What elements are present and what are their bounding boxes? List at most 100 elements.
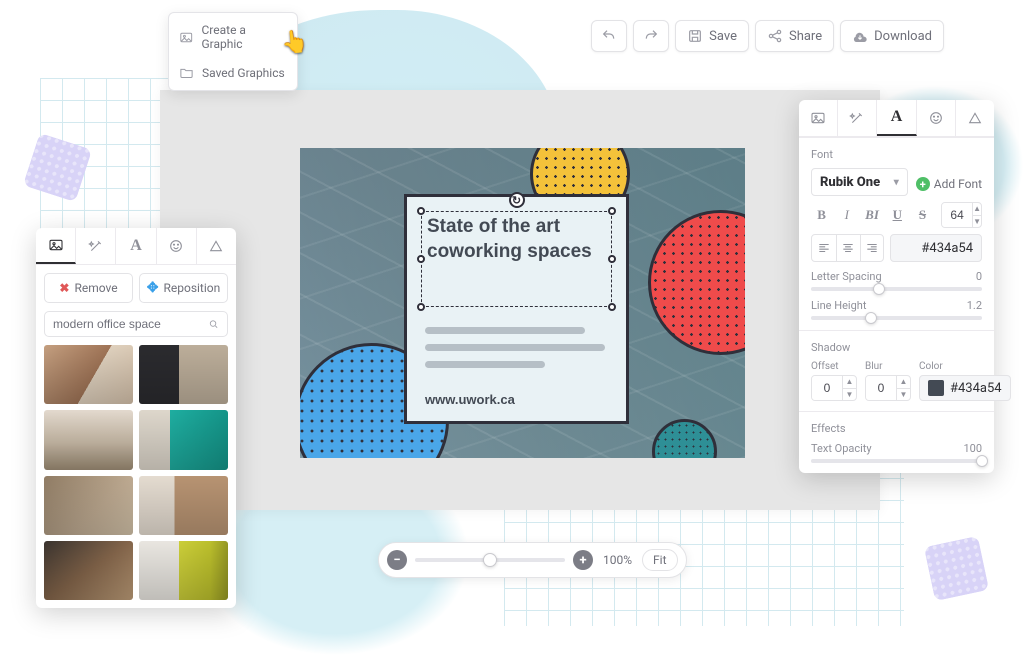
- shape-halftone-circle[interactable]: [648, 210, 745, 355]
- canvas-workspace[interactable]: State of the art coworking spaces www.uw…: [160, 90, 880, 510]
- letter-spacing-value: 0: [976, 270, 982, 283]
- tab-effects[interactable]: [76, 228, 116, 264]
- align-left-button[interactable]: [812, 235, 836, 261]
- menu-item-create-graphic[interactable]: Create a Graphic: [169, 16, 297, 58]
- tab-text[interactable]: A: [877, 100, 916, 136]
- image-thumb[interactable]: [44, 345, 133, 404]
- shadow-color-chip[interactable]: #434a54: [919, 375, 1011, 401]
- section-heading: Effects: [811, 422, 982, 435]
- zoom-out-button[interactable]: −: [387, 550, 407, 570]
- remove-icon: ✖: [59, 281, 69, 295]
- slider-knob[interactable]: [976, 455, 988, 467]
- step-down-icon[interactable]: ▼: [973, 216, 981, 228]
- letter-spacing-slider[interactable]: [811, 287, 982, 291]
- line-height-slider[interactable]: [811, 316, 982, 320]
- zoom-in-button[interactable]: +: [573, 550, 593, 570]
- tab-images[interactable]: [36, 228, 76, 264]
- resize-handle[interactable]: [417, 207, 425, 215]
- rotate-handle-icon[interactable]: [509, 192, 525, 208]
- image-thumb[interactable]: [139, 410, 228, 469]
- zoom-slider-knob[interactable]: [483, 553, 497, 567]
- text-color-chip[interactable]: #434a54: [890, 234, 982, 262]
- shadow-section: Shadow Offset ▲▼ Blur ▲▼ Color: [799, 330, 994, 411]
- image-search[interactable]: [44, 311, 228, 337]
- tab-shapes[interactable]: [197, 228, 236, 264]
- share-button[interactable]: Share: [755, 20, 834, 52]
- shadow-blur-input[interactable]: [866, 376, 896, 400]
- image-thumb[interactable]: [139, 541, 228, 600]
- resize-handle[interactable]: [608, 255, 616, 263]
- align-center-button[interactable]: [836, 235, 860, 261]
- tab-text[interactable]: A: [116, 228, 156, 264]
- placeholder-line: [425, 327, 585, 334]
- image-thumb[interactable]: [44, 410, 133, 469]
- bold-button[interactable]: B: [811, 203, 832, 227]
- save-button[interactable]: Save: [675, 20, 749, 52]
- shadow-offset-input[interactable]: [812, 376, 842, 400]
- redo-button[interactable]: [633, 20, 669, 52]
- font-size-input[interactable]: [942, 203, 972, 227]
- resize-handle[interactable]: [417, 303, 425, 311]
- image-thumb[interactable]: [44, 541, 133, 600]
- resize-handle[interactable]: [608, 303, 616, 311]
- slider-knob[interactable]: [873, 283, 885, 295]
- image-icon: [810, 110, 826, 126]
- step-down-icon[interactable]: ▼: [843, 389, 856, 401]
- zoom-fit-button[interactable]: Fit: [642, 549, 677, 571]
- tab-emoji[interactable]: [917, 100, 956, 136]
- search-icon: [208, 317, 219, 331]
- resize-handle[interactable]: [417, 255, 425, 263]
- text-icon: A: [130, 237, 142, 255]
- headline-text[interactable]: State of the art coworking spaces: [427, 215, 606, 264]
- menu-label: Create a Graphic: [201, 23, 287, 51]
- search-input[interactable]: [53, 317, 208, 331]
- remove-button[interactable]: ✖ Remove: [44, 273, 133, 303]
- tab-shapes[interactable]: [956, 100, 994, 136]
- opacity-slider[interactable]: [811, 459, 982, 463]
- download-button[interactable]: Download: [840, 20, 944, 52]
- shadow-offset-stepper[interactable]: ▲▼: [811, 375, 857, 401]
- resize-handle[interactable]: [608, 207, 616, 215]
- letter-spacing-label: Letter Spacing: [811, 270, 882, 283]
- card-element[interactable]: State of the art coworking spaces www.uw…: [404, 194, 629, 424]
- paragraph-placeholder: [407, 327, 626, 378]
- add-font-button[interactable]: + Add Font: [914, 173, 982, 191]
- font-family-value: Rubik One: [820, 175, 880, 190]
- add-font-label: Add Font: [934, 177, 982, 191]
- chevron-down-icon: ▾: [894, 177, 899, 188]
- color-swatch: [899, 240, 915, 256]
- url-text[interactable]: www.uwork.ca: [425, 392, 515, 407]
- cursor-pointer-icon: 👆: [280, 29, 309, 56]
- tab-emoji[interactable]: [157, 228, 197, 264]
- step-up-icon[interactable]: ▲: [897, 376, 910, 389]
- underline-button[interactable]: U: [887, 203, 908, 227]
- reposition-label: Reposition: [163, 281, 220, 295]
- shadow-color-value: #434a54: [950, 381, 1002, 396]
- bold-italic-button[interactable]: BI: [861, 203, 882, 227]
- image-thumb[interactable]: [44, 476, 133, 535]
- menu-item-saved-graphics[interactable]: Saved Graphics: [169, 58, 297, 87]
- zoom-slider[interactable]: [415, 558, 565, 562]
- align-right-button[interactable]: [860, 235, 884, 261]
- reposition-button[interactable]: ✥ Reposition: [139, 273, 228, 303]
- step-up-icon[interactable]: ▲: [843, 376, 856, 389]
- opacity-value: 100: [963, 442, 982, 455]
- undo-button[interactable]: [591, 20, 627, 52]
- slider-knob[interactable]: [865, 312, 877, 324]
- shadow-blur-stepper[interactable]: ▲▼: [865, 375, 911, 401]
- step-up-icon[interactable]: ▲: [973, 203, 981, 216]
- italic-button[interactable]: I: [836, 203, 857, 227]
- tab-effects[interactable]: [838, 100, 877, 136]
- strike-button[interactable]: S: [912, 203, 933, 227]
- share-icon: [767, 28, 783, 44]
- left-tool-tabs: A: [36, 228, 236, 265]
- image-thumb[interactable]: [139, 345, 228, 404]
- shape-halftone-circle[interactable]: [652, 419, 717, 458]
- folder-icon: [179, 65, 194, 80]
- step-down-icon[interactable]: ▼: [897, 389, 910, 401]
- font-family-select[interactable]: Rubik One ▾: [811, 168, 908, 196]
- image-thumb[interactable]: [139, 476, 228, 535]
- artboard[interactable]: State of the art coworking spaces www.uw…: [300, 148, 745, 458]
- tab-images[interactable]: [799, 100, 838, 136]
- font-size-stepper[interactable]: ▲▼: [941, 202, 982, 228]
